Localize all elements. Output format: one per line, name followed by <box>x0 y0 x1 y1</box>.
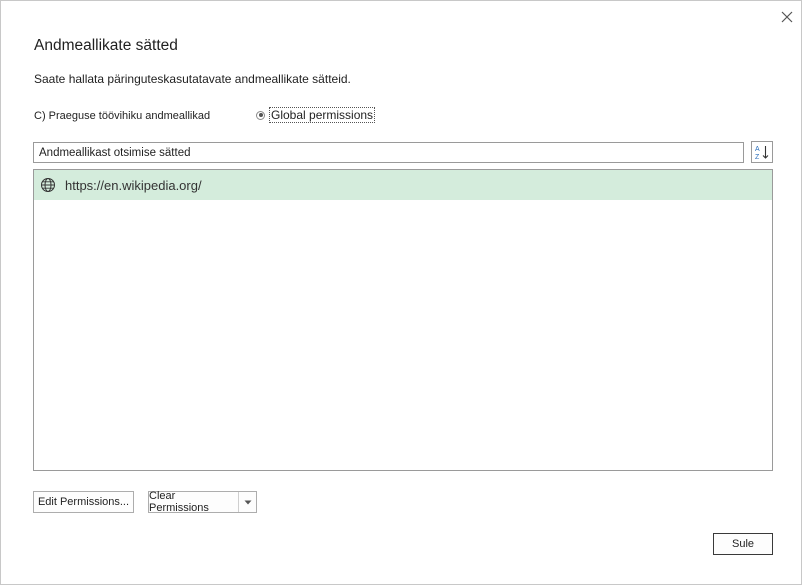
close-dialog-button[interactable]: Sule <box>713 533 773 555</box>
data-source-list[interactable]: https://en.wikipedia.org/ <box>33 169 773 471</box>
search-input[interactable] <box>33 142 744 163</box>
sort-az-icon: A Z <box>755 146 769 160</box>
data-source-settings-dialog: Andmeallikate sätted Saate hallata pärin… <box>0 0 802 585</box>
edit-permissions-button[interactable]: Edit Permissions... <box>33 491 134 513</box>
global-permissions-label: Global permissions <box>269 107 376 123</box>
globe-icon <box>40 177 56 193</box>
close-button[interactable] <box>777 7 797 27</box>
global-permissions-radio[interactable] <box>256 110 265 120</box>
current-workbook-option[interactable]: C) Praeguse töövihiku andmeallikad <box>34 109 210 123</box>
data-source-url: https://en.wikipedia.org/ <box>65 177 202 193</box>
current-workbook-label: C) Praeguse töövihiku andmeallikad <box>34 110 211 122</box>
list-item[interactable]: https://en.wikipedia.org/ <box>34 170 772 200</box>
clear-permissions-button[interactable]: Clear Permissions <box>149 490 239 514</box>
clear-permissions-dropdown[interactable] <box>239 492 256 512</box>
sort-button[interactable]: A Z <box>751 141 773 163</box>
svg-text:A: A <box>755 146 760 153</box>
global-permissions-option[interactable]: Global permissions <box>256 107 376 123</box>
clear-permissions-split-button: Clear Permissions <box>148 490 257 514</box>
chevron-down-icon <box>244 500 251 504</box>
close-icon <box>781 11 793 23</box>
radio-selected-dot <box>258 113 263 117</box>
dialog-title: Andmeallikate sätted <box>34 37 178 54</box>
svg-text:Z: Z <box>755 154 760 160</box>
dialog-subtitle: Saate hallata päringuteskasutatavate and… <box>34 72 351 86</box>
